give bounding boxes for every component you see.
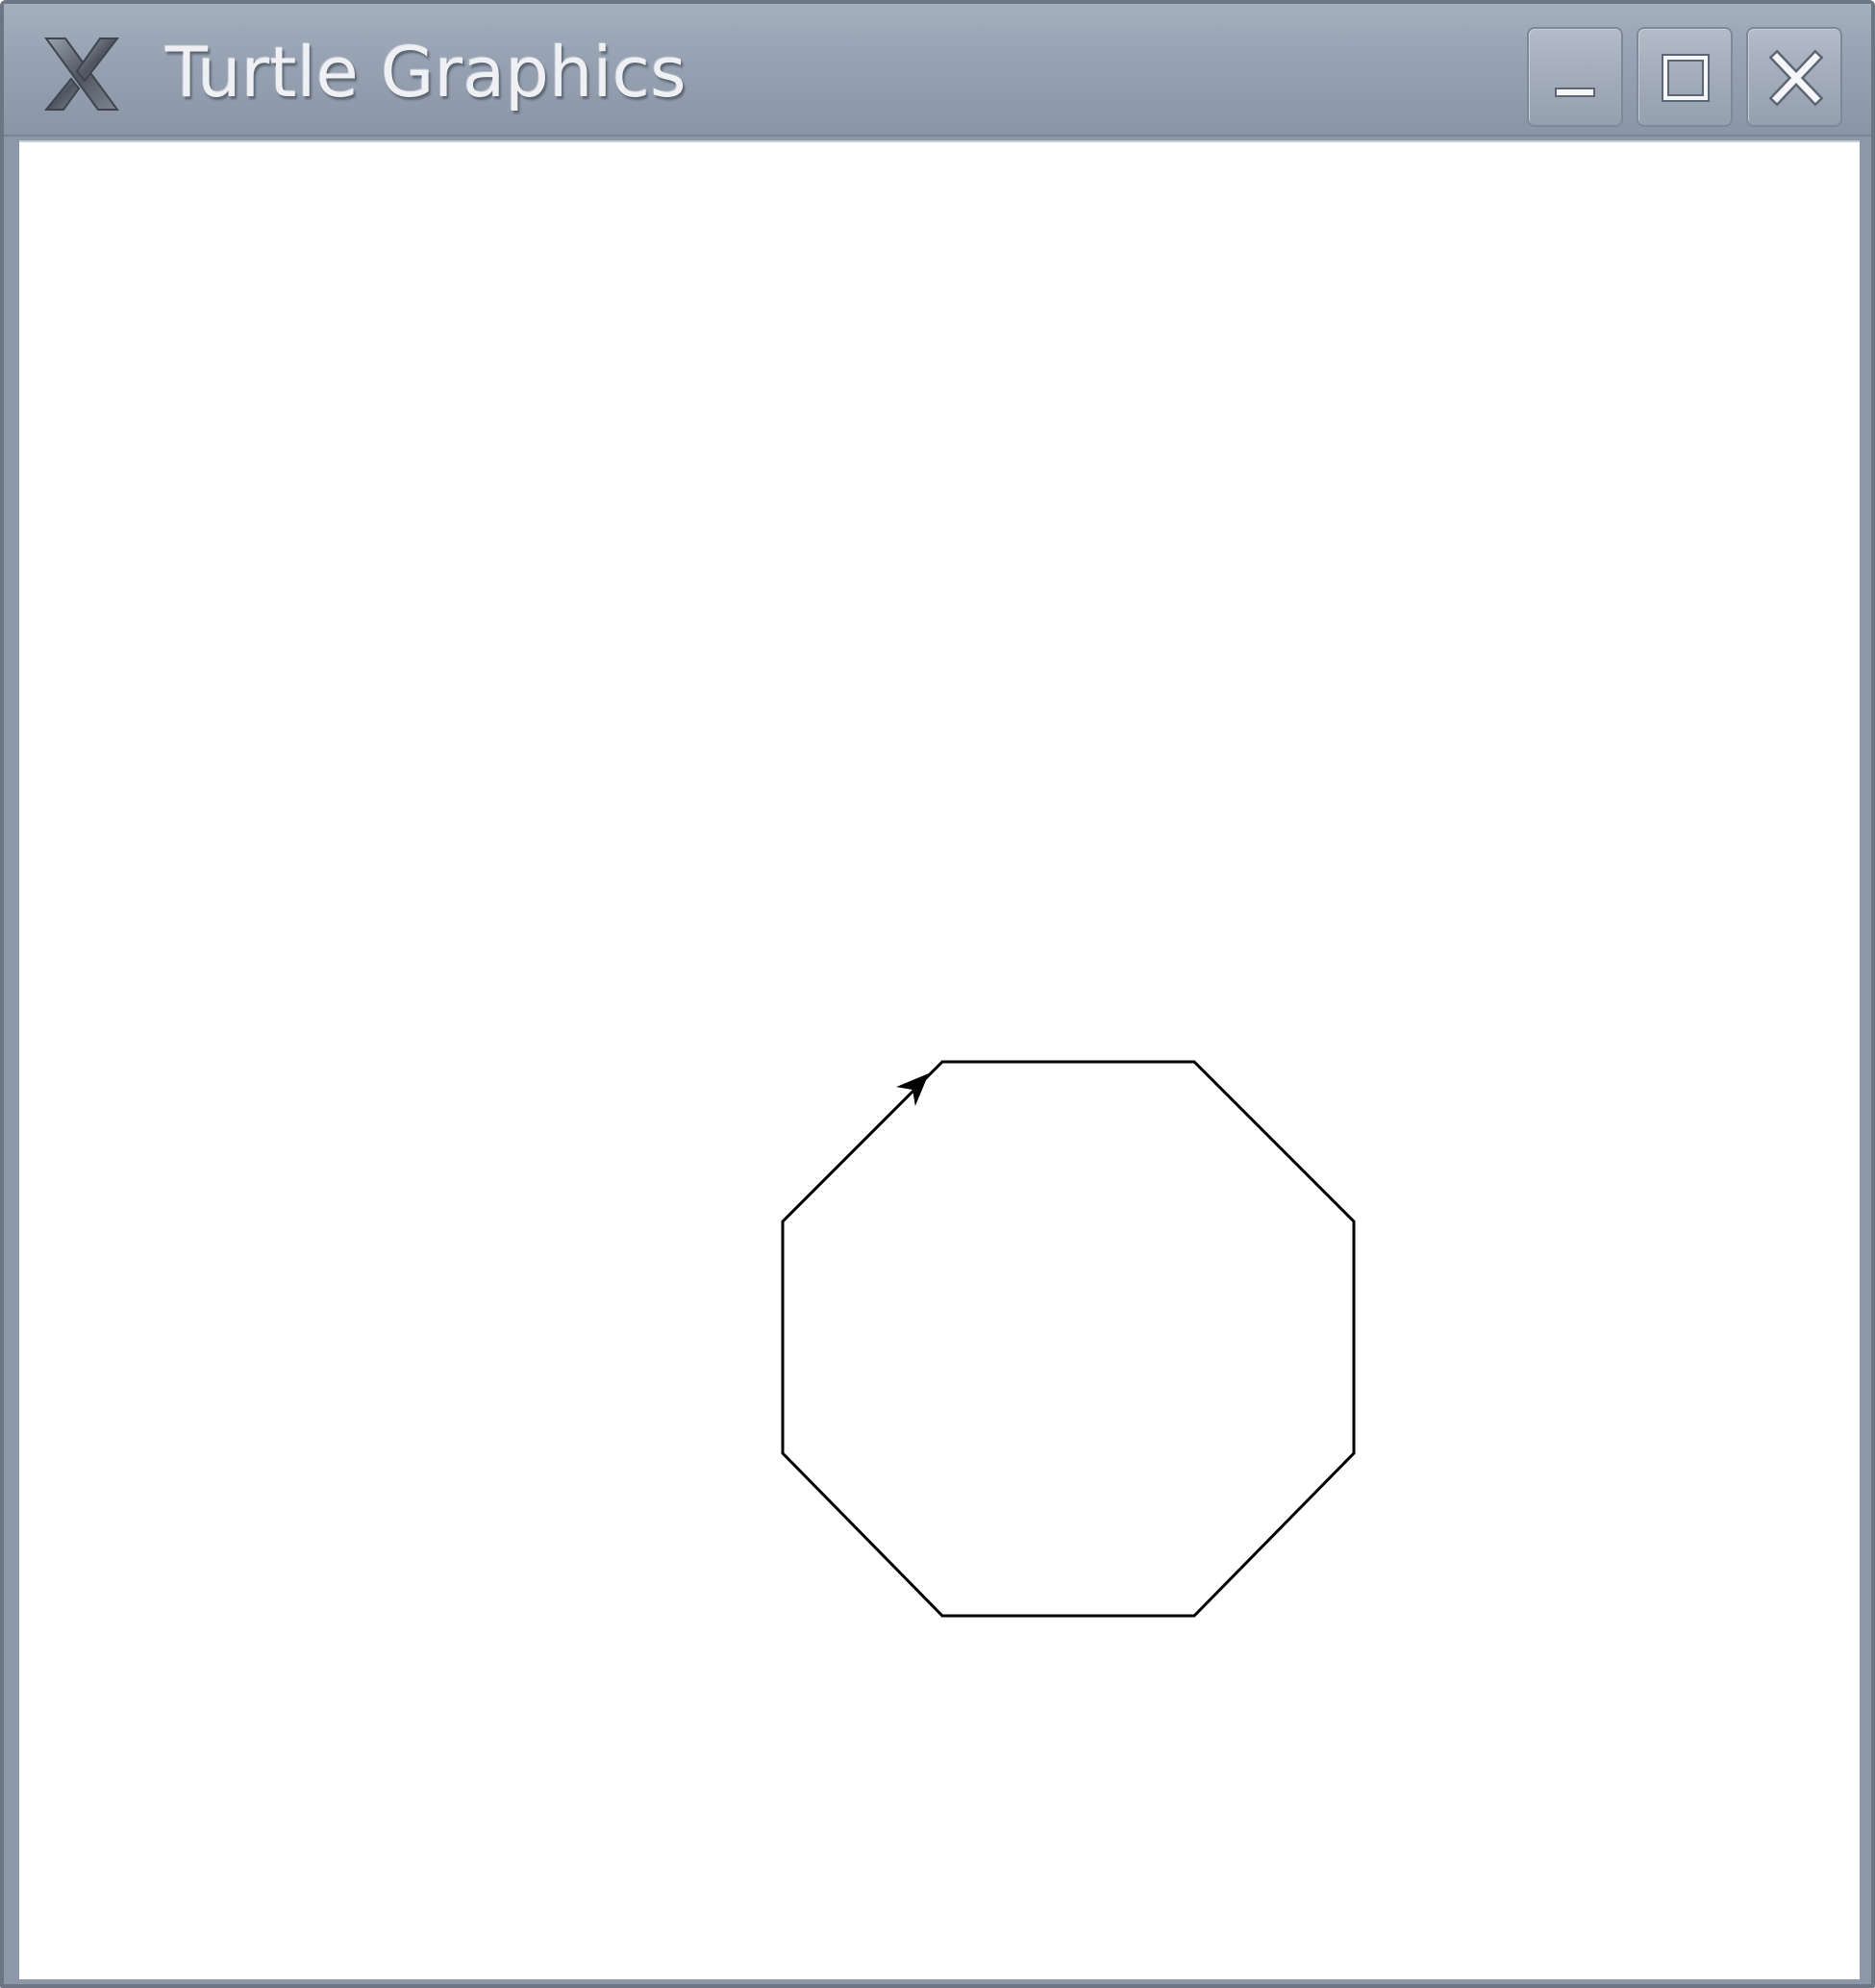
- close-icon: [1768, 49, 1824, 107]
- turtle-canvas[interactable]: [19, 140, 1860, 1979]
- maximize-button[interactable]: [1637, 27, 1733, 127]
- turtle-graphics-window: Turtle Graphics: [0, 0, 1875, 1988]
- close-button[interactable]: [1746, 27, 1842, 127]
- maximize-icon: [1662, 54, 1710, 102]
- minimize-icon: [1555, 88, 1595, 97]
- turtle-drawing: [781, 1060, 1356, 1618]
- x-logo-icon[interactable]: [40, 33, 123, 115]
- window-title: Turtle Graphics: [165, 32, 687, 113]
- octagon-shape: [781, 1060, 1356, 1618]
- title-bar[interactable]: Turtle Graphics: [4, 4, 1871, 137]
- minimize-button[interactable]: [1527, 27, 1623, 127]
